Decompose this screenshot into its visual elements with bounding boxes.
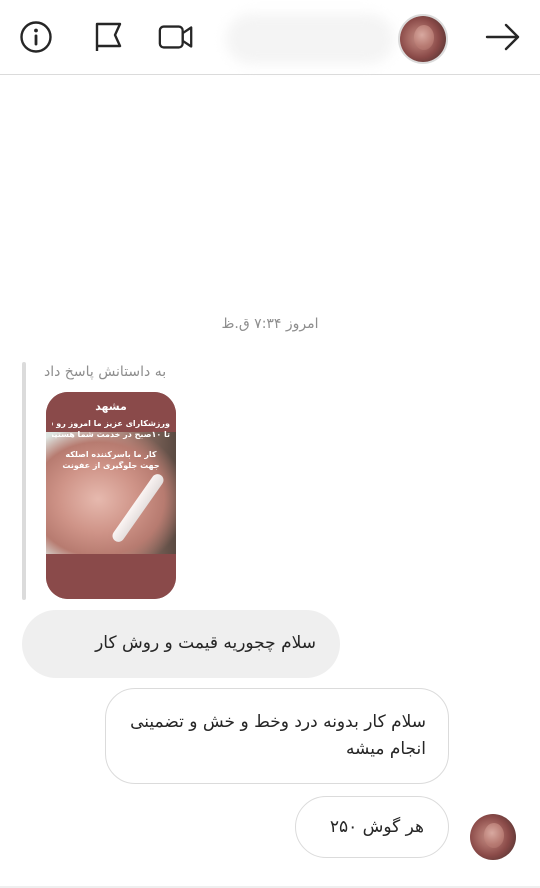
- story-text-line: ورزشکارای عزیز ما امروز رو فقط: [52, 419, 170, 428]
- story-text-line: جهت جلوگیری از عفونت: [62, 461, 160, 470]
- story-title: مشهد: [95, 400, 127, 413]
- reply-quote-bar: [22, 362, 26, 600]
- story-text-line: تا ۱۰صبح در خدمت شما هستیم: [52, 430, 170, 439]
- arrow-right-icon: [485, 23, 520, 51]
- incoming-message-bubble[interactable]: سلام چجوریه قیمت و روش کار: [22, 610, 340, 678]
- info-circle-icon: [20, 21, 52, 53]
- avatar-image: [400, 16, 446, 62]
- info-button[interactable]: [17, 18, 55, 56]
- username-redacted: [226, 14, 394, 64]
- video-call-button[interactable]: [157, 18, 195, 56]
- message-timestamp: امروز ۷:۳۴ ق.ظ: [221, 316, 319, 332]
- report-button[interactable]: [89, 18, 127, 56]
- flag-icon: [95, 22, 122, 51]
- chat-header: [0, 0, 540, 75]
- avatar-image: [470, 814, 516, 860]
- sender-avatar[interactable]: [470, 814, 516, 860]
- story-thumbnail[interactable]: مشهد ورزشکارای عزیز ما امروز رو فقط تا ۱…: [46, 392, 176, 599]
- video-camera-icon: [158, 25, 193, 49]
- header-avatar[interactable]: [398, 14, 448, 64]
- story-text-line: کار ما باسرکننده اصلکه: [65, 450, 157, 459]
- story-bottom-band: [46, 554, 176, 599]
- outgoing-message-bubble[interactable]: سلام کار بدونه درد وخط و خش و تضمینی انج…: [105, 688, 449, 784]
- story-reply-label: به داستانش پاسخ داد: [44, 364, 167, 380]
- forward-button[interactable]: [484, 18, 522, 56]
- outgoing-message-bubble[interactable]: هر گوش ۲۵۰: [295, 796, 449, 858]
